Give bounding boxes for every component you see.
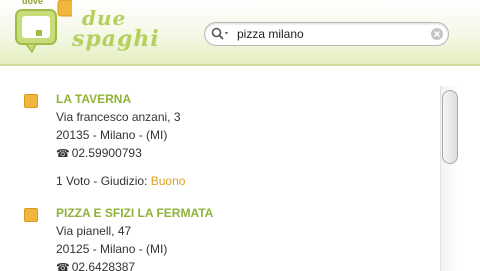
- restaurant-address: Via pianell, 47: [56, 224, 132, 238]
- restaurant-name[interactable]: LA TAVERNA: [56, 92, 131, 106]
- restaurant-votes: 1 Voto - Giudizio:: [56, 174, 148, 188]
- restaurant-city: 20135 - Milano - (MI): [56, 128, 168, 142]
- results-list: LA TAVERNA Via francesco anzani, 3 20135…: [0, 66, 480, 271]
- restaurant-phone: 02.6428387: [71, 260, 136, 271]
- restaurant-name[interactable]: PIZZA E SFIZI LA FERMATA: [56, 206, 213, 220]
- restaurant-phone-line: ☎ 02.59900793: [56, 146, 142, 160]
- restaurant-city: 20125 - Milano - (MI): [56, 242, 168, 256]
- scrollbar-thumb[interactable]: [442, 90, 458, 164]
- search-icon[interactable]: [211, 27, 231, 41]
- logo[interactable]: dove due spaghi: [12, 0, 162, 60]
- app-window: dove due spaghi LA TAVERNA Via francesco…: [0, 0, 480, 271]
- header-bar: dove due spaghi: [0, 0, 480, 66]
- search-input[interactable]: [237, 25, 427, 43]
- restaurant-phone: 02.59900793: [71, 146, 142, 160]
- restaurant-rating-line: 1 Voto - Giudizio: Buono: [56, 174, 185, 188]
- phone-icon: ☎: [56, 148, 70, 160]
- logo-top-text: dove: [22, 0, 44, 6]
- restaurant-rating: Buono: [150, 174, 186, 188]
- clear-icon[interactable]: [431, 28, 443, 40]
- restaurant-address: Via francesco anzani, 3: [56, 110, 181, 124]
- result-marker-icon: [24, 94, 38, 108]
- logo-graphic-icon: [15, 0, 72, 54]
- result-marker-icon: [24, 208, 38, 222]
- restaurant-phone-line: ☎ 02.6428387: [56, 260, 135, 271]
- logo-word-spaghi: spaghi: [72, 26, 160, 52]
- search-box[interactable]: [204, 22, 449, 46]
- phone-icon: ☎: [56, 262, 70, 271]
